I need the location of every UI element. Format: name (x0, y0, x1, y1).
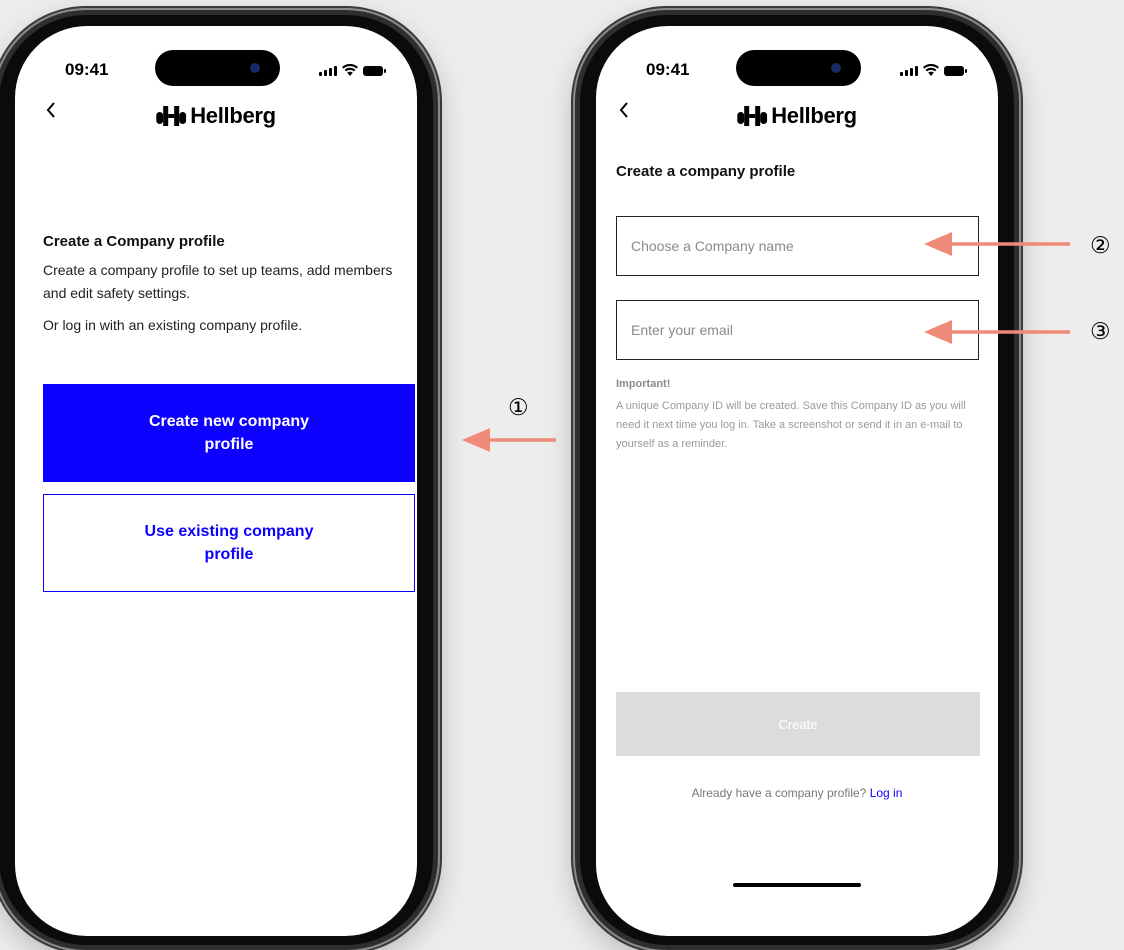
status-icons (319, 64, 386, 76)
create-button-label: Create (778, 716, 818, 732)
brand-name: Hellberg (190, 103, 276, 128)
back-button[interactable] (45, 100, 57, 124)
wifi-icon (342, 64, 358, 76)
brand-logo: Hellberg (737, 103, 857, 129)
page-description: Create a company profile to set up teams… (43, 262, 393, 301)
chevron-left-icon (619, 102, 628, 118)
annotation-arrow-3 (924, 320, 1070, 344)
brand-logo: Hellberg (156, 103, 276, 129)
create-new-company-profile-button[interactable]: Create new company profile (43, 384, 415, 482)
use-existing-company-profile-button[interactable]: Use existing company profile (43, 494, 415, 592)
camera-icon (250, 63, 260, 73)
camera-icon (831, 63, 841, 73)
back-button[interactable] (618, 100, 630, 124)
important-text: A unique Company ID will be created. Sav… (616, 400, 966, 450)
cellular-signal-icon (900, 66, 918, 76)
create-button[interactable]: Create (616, 692, 980, 756)
use-existing-company-profile-label: Use existing company profile (144, 523, 314, 563)
brand-name: Hellberg (771, 103, 857, 128)
home-indicator[interactable] (733, 883, 861, 887)
wifi-icon (923, 64, 939, 76)
page-title: Create a Company profile (43, 233, 225, 250)
company-name-placeholder: Choose a Company name (631, 238, 794, 254)
annotation-arrow-1 (462, 428, 556, 452)
battery-icon (944, 66, 967, 76)
login-prompt-text: Already have a company profile? (691, 786, 867, 800)
battery-icon (363, 66, 386, 76)
annotation-number-1: ① (508, 394, 529, 420)
important-title: Important! (616, 378, 671, 390)
page-title: Create a company profile (616, 163, 796, 180)
login-link[interactable]: Log in (870, 786, 903, 800)
hellberg-logo-icon (156, 106, 187, 126)
status-icons (900, 64, 967, 76)
chevron-left-icon (46, 102, 55, 118)
dynamic-island (736, 50, 861, 86)
cellular-signal-icon (319, 66, 337, 76)
hellberg-logo-icon (737, 106, 768, 126)
alternative-text: Or log in with an existing company profi… (43, 317, 303, 333)
phone-left: 09:41 Hellberg Create a Company profile … (0, 10, 442, 950)
phone-screen: 09:41 Hellberg Create a Company profile … (15, 26, 417, 936)
status-time: 09:41 (646, 60, 690, 79)
dynamic-island (155, 50, 280, 86)
phone-right: 09:41 Hellberg Create a company profile … (571, 10, 1023, 950)
login-prompt: Already have a company profile? Log in (596, 786, 998, 800)
email-placeholder: Enter your email (631, 322, 733, 338)
annotation-number-2: ② (1090, 232, 1111, 258)
status-time: 09:41 (65, 60, 109, 79)
annotation-arrow-2 (924, 232, 1070, 256)
create-new-company-profile-label: Create new company profile (148, 413, 310, 453)
phone-screen: 09:41 Hellberg Create a company profile … (596, 26, 998, 936)
annotation-number-3: ③ (1090, 318, 1111, 344)
